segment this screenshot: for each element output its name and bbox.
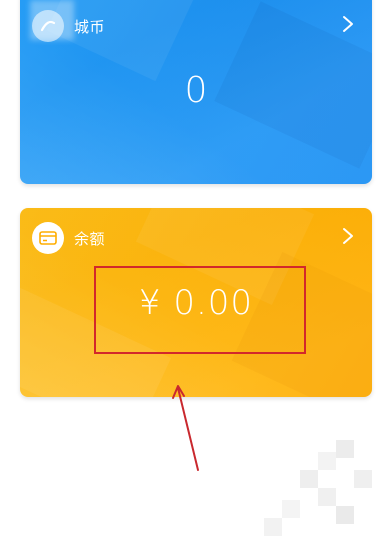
coin-logo-icon [32,10,64,42]
balance-card-title: 余额 [74,229,106,248]
coin-value: 0 [184,70,208,111]
coin-card-header: 城币 [32,10,105,42]
wallet-icon [32,222,64,254]
balance-value: ¥ 0.00 [138,283,254,323]
coin-card[interactable]: 城币 0 [20,0,372,184]
balance-card-header: 余额 [32,222,105,254]
balance-card[interactable]: 余额 ¥ 0.00 [20,208,372,397]
chevron-right-icon[interactable] [338,14,358,34]
chevron-right-icon[interactable] [338,226,358,246]
coin-card-title: 城币 [74,17,106,36]
